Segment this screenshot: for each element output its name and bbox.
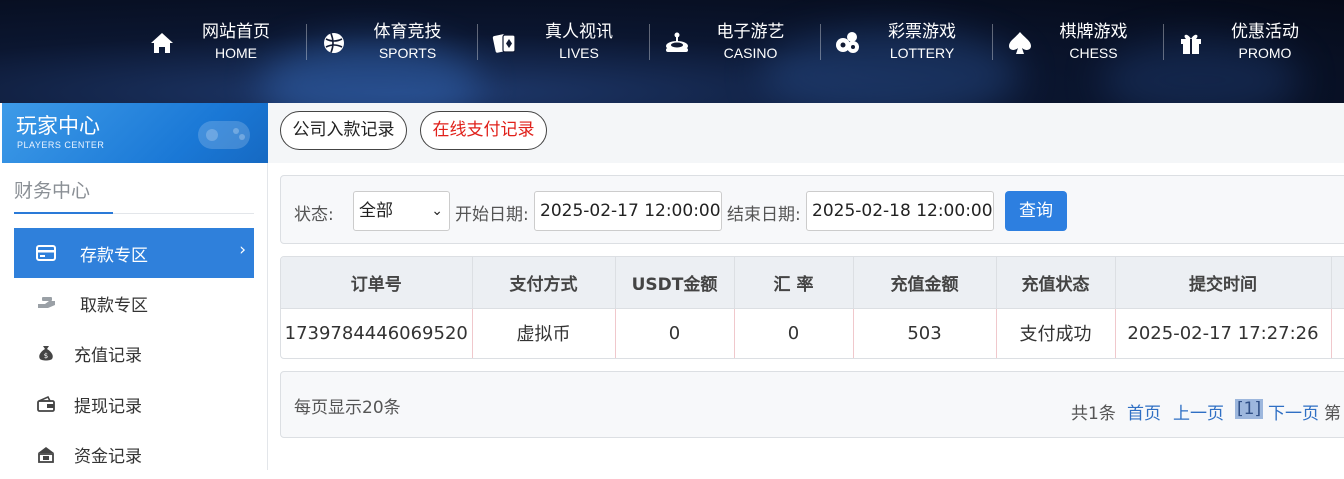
home-icon	[151, 33, 173, 53]
table-row: 1739784446069520 虚拟币 0 0 503 支付成功 2025-0…	[281, 307, 1344, 358]
cell-amount: 503	[853, 307, 997, 358]
lottery-icon	[836, 32, 859, 53]
spade-icon	[1008, 32, 1031, 54]
end-date-input[interactable]: 2025-02-18 12:00:00	[806, 191, 994, 231]
record-tabs: 公司入款记录 在线支付记录	[268, 103, 1344, 163]
per-page-text: 每页显示20条	[294, 398, 401, 418]
banner-subtitle: PLAYERS CENTER	[17, 140, 105, 150]
nav-label: 优惠活动	[1231, 22, 1299, 42]
gift-icon	[1181, 34, 1201, 54]
banner-title: 玩家中心	[16, 114, 100, 138]
cell-order-id: 1739784446069520	[281, 307, 473, 358]
sidebar: 玩家中心 PLAYERS CENTER 财务中心 存款专区 › 取款专区 $ 充…	[0, 103, 268, 470]
card-icon	[36, 245, 56, 261]
cell-status: 支付成功	[996, 307, 1116, 358]
tab-online-payment-records[interactable]: 在线支付记录	[420, 111, 547, 150]
players-center-banner: 玩家中心 PLAYERS CENTER	[2, 103, 268, 163]
nav-item-lives[interactable]: 真人视讯 LIVES	[477, 14, 649, 74]
chevron-down-icon: ⌄	[431, 203, 443, 219]
section-underline	[14, 212, 113, 214]
nav-label: 彩票游戏	[888, 22, 956, 42]
column-header: 汇 率	[734, 257, 854, 308]
nav-item-casino[interactable]: 电子游艺 CASINO	[648, 14, 821, 74]
ledger-icon	[38, 447, 54, 463]
nav-label: 网站首页	[202, 22, 270, 42]
sidebar-item-withdraw-records[interactable]: 提现记录	[14, 379, 254, 429]
top-navigation: 网站首页 HOME 体育竞技 SPORTS 真人视讯 LIVES 电子游艺 CA…	[0, 0, 1344, 103]
filter-bar: 状态: 全部 ⌄ 开始日期: 2025-02-17 12:00:00 结束日期:…	[280, 175, 1344, 244]
nav-sublabel: SPORTS	[378, 45, 437, 61]
sidebar-item-label: 存款专区	[80, 246, 148, 266]
next-page-link[interactable]: 下一页	[1268, 399, 1319, 424]
nav-label: 电子游艺	[716, 22, 785, 42]
nav-sublabel: CHESS	[1069, 45, 1118, 61]
start-date-label: 开始日期:	[455, 205, 529, 225]
pagination: 每页显示20条 共1条 首页 上一页 [1] 下一页 第	[280, 371, 1344, 438]
ball-icon	[323, 33, 344, 53]
tab-company-deposit-records[interactable]: 公司入款记录	[280, 111, 407, 150]
nav-item-promo[interactable]: 优惠活动 PROMO	[1163, 14, 1335, 74]
main-content: 公司入款记录 在线支付记录 状态: 全部 ⌄ 开始日期: 2025-02-17 …	[268, 103, 1344, 470]
nav-item-chess[interactable]: 棋牌游戏 CHESS	[991, 14, 1164, 74]
nav-sublabel: CASINO	[723, 45, 778, 61]
column-header: USDT金额	[615, 257, 735, 308]
chevron-right-icon: ›	[239, 240, 246, 260]
svg-text:$: $	[44, 352, 48, 360]
status-select-value: 全部	[359, 201, 393, 221]
nav-sublabel: HOME	[215, 45, 257, 61]
cell-rate: 0	[734, 307, 854, 358]
nav-label: 棋牌游戏	[1059, 22, 1128, 42]
sidebar-item-label: 充值记录	[74, 346, 142, 366]
nav-label: 真人视讯	[545, 22, 613, 42]
money-bag-icon: $	[39, 346, 53, 361]
sidebar-item-label: 资金记录	[74, 447, 142, 467]
nav-item-home[interactable]: 网站首页 HOME	[134, 14, 306, 74]
nav-sublabel: LIVES	[559, 45, 599, 61]
section-title: 财务中心	[14, 180, 91, 202]
column-header: 订单号	[281, 257, 473, 308]
query-button[interactable]: 查询	[1005, 191, 1067, 231]
wallet-icon	[37, 395, 55, 412]
cell-pay-method: 虚拟币	[472, 307, 616, 358]
nav-label: 体育竞技	[373, 22, 442, 42]
column-header-overflow	[1331, 257, 1344, 308]
records-table: 订单号 支付方式 USDT金额 汇 率 充值金额 充值状态 提交时间 17397…	[280, 256, 1344, 359]
nav-sublabel: LOTTERY	[889, 45, 955, 61]
nav-sublabel: PROMO	[1238, 45, 1292, 61]
column-header: 提交时间	[1115, 257, 1332, 308]
sidebar-item-recharge-records[interactable]: $ 充值记录	[14, 328, 254, 378]
sidebar-item-label: 取款专区	[80, 296, 148, 316]
column-header: 充值金额	[853, 257, 997, 308]
column-header: 充值状态	[996, 257, 1116, 308]
sidebar-item-deposit[interactable]: 存款专区 ›	[14, 228, 254, 278]
nav-item-lottery[interactable]: 彩票游戏 LOTTERY	[820, 14, 992, 74]
current-page[interactable]: [1]	[1235, 399, 1264, 419]
status-label: 状态:	[294, 205, 334, 225]
start-date-input[interactable]: 2025-02-17 12:00:00	[534, 191, 722, 231]
status-select[interactable]: 全部 ⌄	[353, 191, 450, 231]
first-page-link[interactable]: 首页	[1127, 399, 1161, 424]
cards-icon	[492, 34, 516, 53]
table-header-row: 订单号 支付方式 USDT金额 汇 率 充值金额 充值状态 提交时间	[281, 257, 1344, 308]
gamepad-icon	[198, 121, 250, 149]
nav-item-sports[interactable]: 体育竞技 SPORTS	[305, 14, 478, 74]
sidebar-item-withdraw[interactable]: 取款专区	[14, 278, 254, 328]
column-header: 支付方式	[472, 257, 616, 308]
end-date-label: 结束日期:	[727, 205, 801, 225]
cell-usdt-amount: 0	[615, 307, 735, 358]
sidebar-item-fund-records[interactable]: 资金记录	[14, 429, 254, 479]
nav-menu: 网站首页 HOME 体育竞技 SPORTS 真人视讯 LIVES 电子游艺 CA…	[134, 14, 1335, 74]
sidebar-item-label: 提现记录	[74, 397, 142, 417]
cell-submit-time: 2025-02-17 17:27:26	[1115, 307, 1332, 358]
withdraw-icon	[38, 297, 55, 308]
go-to-page-label: 第	[1324, 404, 1341, 424]
prev-page-link[interactable]: 上一页	[1173, 399, 1224, 424]
slot-icon	[665, 32, 688, 52]
cell-overflow	[1331, 307, 1344, 358]
total-count: 共1条	[1071, 404, 1116, 424]
